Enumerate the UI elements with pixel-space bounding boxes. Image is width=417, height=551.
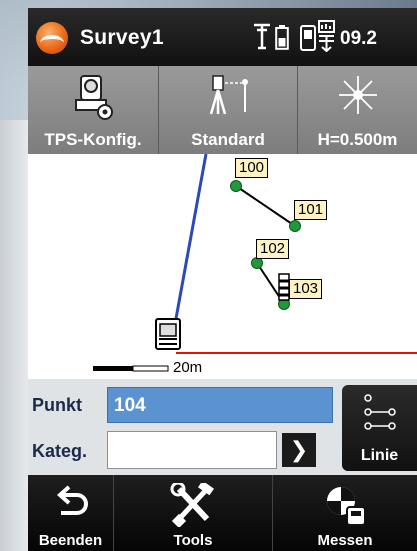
point-label-101: 101: [294, 200, 328, 220]
title-bar: Survey1 09.2: [28, 8, 417, 66]
kateg-input[interactable]: [107, 431, 277, 469]
device-screen: Survey1 09.2 TPS-Konfig. Standard H=0.50…: [28, 8, 417, 551]
linie-button[interactable]: Linie: [342, 385, 417, 471]
map-view[interactable]: 100 101 102 103 20m: [28, 154, 417, 379]
total-station-icon: [155, 318, 181, 350]
point-label-102: 102: [256, 239, 290, 259]
point-label-103: 103: [289, 279, 323, 299]
beenden-button[interactable]: Beenden: [28, 475, 114, 551]
survey-logo-icon[interactable]: [36, 22, 68, 54]
tools-icon: [170, 483, 215, 527]
kateg-next-button[interactable]: ❯: [282, 433, 316, 467]
target-height-button[interactable]: H=0.500m: [298, 66, 417, 154]
chevron-right-icon: ❯: [289, 437, 309, 462]
kateg-label: Kateg.: [32, 441, 88, 461]
tps-config-button[interactable]: TPS-Konfig.: [28, 66, 159, 154]
exit-arrow-icon: [56, 485, 88, 515]
antenna-icon[interactable]: [253, 22, 271, 50]
punkt-label: Punkt: [32, 395, 83, 415]
bottom-bar: Beenden Tools Messen: [28, 475, 417, 551]
survey-point-102[interactable]: [251, 257, 263, 269]
scale-bar: [93, 365, 169, 372]
beenden-label: Beenden: [38, 532, 103, 549]
target-height-label: H=0.500m: [317, 130, 398, 149]
app-title: Survey1: [80, 26, 164, 49]
toolbar: TPS-Konfig. Standard H=0.500m: [28, 66, 417, 156]
battery-icon[interactable]: [275, 24, 289, 50]
clock: 09.2: [340, 28, 377, 49]
linie-label: Linie: [360, 447, 399, 464]
tps-config-label: TPS-Konfig.: [44, 130, 142, 149]
measure-icon: [327, 487, 366, 526]
survey-point-100[interactable]: [230, 180, 242, 192]
tools-label: Tools: [173, 532, 213, 549]
measure-mode-button[interactable]: Standard: [159, 66, 298, 154]
device-status-icon[interactable]: [300, 20, 336, 52]
survey-point-101[interactable]: [289, 220, 301, 232]
prism-marker-icon: [278, 273, 290, 301]
point-label-100: 100: [235, 158, 269, 178]
connect-line-100-101: [235, 185, 296, 227]
punkt-input[interactable]: 104: [107, 387, 333, 423]
total-station-config-icon: [75, 75, 113, 120]
device-bezel: [0, 120, 28, 551]
point-input-panel: Punkt 104 Kateg. ❯ Linie: [28, 379, 417, 475]
messen-label: Messen: [317, 532, 373, 549]
prism-target-icon: [338, 76, 377, 114]
messen-button[interactable]: Messen: [273, 475, 417, 551]
scale-label: 20m: [173, 359, 203, 376]
line-of-sight: [173, 154, 208, 325]
measure-mode-label: Standard: [191, 130, 265, 149]
line-mode-icon: [364, 394, 396, 430]
tools-button[interactable]: Tools: [114, 475, 273, 551]
measure-mode-icon: [209, 75, 248, 115]
